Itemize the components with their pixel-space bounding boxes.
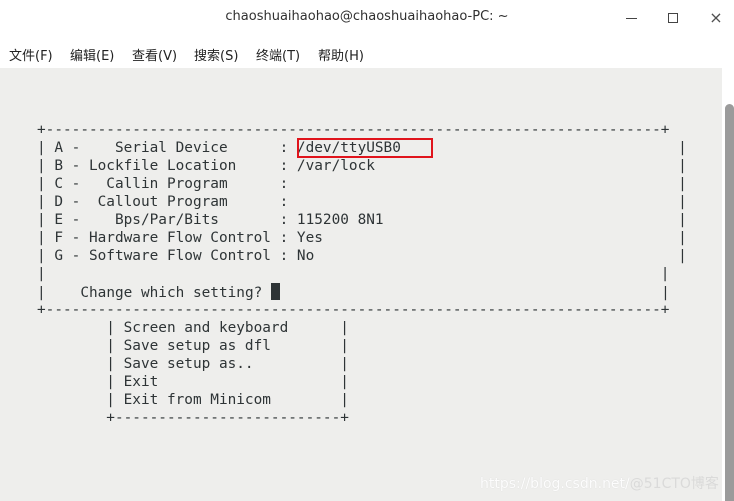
scrollbar-thumb[interactable] <box>725 104 734 501</box>
menu-file[interactable]: 文件(F) <box>9 45 53 64</box>
close-icon: × <box>709 8 723 27</box>
menu-box-bottom: +--------------------------+ <box>37 410 349 426</box>
menu-item-exit-minicom[interactable]: | Exit from Minicom | <box>37 391 687 409</box>
maximize-icon <box>668 13 678 23</box>
prompt-line: | Change which setting? | <box>37 283 687 301</box>
menu-help[interactable]: 帮助(H) <box>318 45 364 64</box>
setting-software-flow-control: | G - Software Flow Control : No | <box>37 248 687 264</box>
config-box-bottom: +---------------------------------------… <box>37 302 670 318</box>
maximize-button[interactable] <box>660 6 686 30</box>
menu-search[interactable]: 搜索(S) <box>194 45 238 64</box>
setting-callout-program: | D - Callout Program : | <box>37 194 687 210</box>
menu-item-exit[interactable]: | Exit | <box>37 373 687 391</box>
setting-callin-program: | C - Callin Program : | <box>37 176 687 192</box>
setting-lockfile-location: | B - Lockfile Location : /var/lock | <box>37 158 687 174</box>
prompt-border-right: | <box>279 285 670 301</box>
setting-hardware-flow-control: | F - Hardware Flow Control : Yes | <box>37 230 687 246</box>
menu-item-screen-keyboard[interactable]: | Screen and keyboard | <box>37 319 687 337</box>
watermark-brand: @51CTO博客 <box>629 476 719 492</box>
minicom-config-screen: +---------------------------------------… <box>37 121 687 427</box>
config-box-top: +---------------------------------------… <box>37 122 670 138</box>
menu-item-save-dfl[interactable]: | Save setup as dfl | <box>37 337 687 355</box>
change-setting-prompt: Change which setting? <box>80 285 271 301</box>
window-titlebar[interactable]: chaoshuaihaohao@chaoshuaihaohao-PC: ~ × <box>0 0 734 38</box>
config-blank-line: | | <box>37 266 670 282</box>
minimize-button[interactable] <box>618 6 644 30</box>
menu-edit[interactable]: 编辑(E) <box>70 45 114 64</box>
watermark-url: https://blog.csdn.net/ <box>480 476 630 492</box>
menu-view[interactable]: 查看(V) <box>132 45 177 64</box>
setting-bps-par-bits: | E - Bps/Par/Bits : 115200 8N1 | <box>37 212 687 228</box>
minimize-icon <box>625 17 637 19</box>
serial-device-highlight <box>297 138 433 158</box>
menubar: 文件(F) 编辑(E) 查看(V) 搜索(S) 终端(T) 帮助(H) <box>0 38 734 68</box>
menu-item-save-as[interactable]: | Save setup as.. | <box>37 355 687 373</box>
menu-terminal[interactable]: 终端(T) <box>256 45 300 64</box>
close-button[interactable]: × <box>703 6 729 30</box>
prompt-border: | <box>37 285 81 301</box>
text-cursor <box>270 283 280 300</box>
watermark: https://blog.csdn.net/@51CTO博客 <box>480 473 719 493</box>
